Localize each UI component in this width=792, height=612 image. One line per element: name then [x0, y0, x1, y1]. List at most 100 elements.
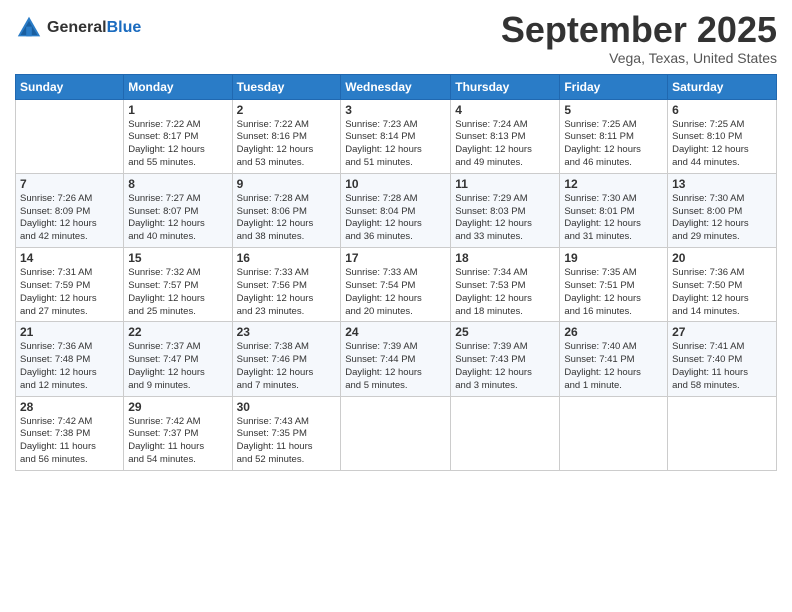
logo-icon [15, 14, 43, 42]
day-info: Sunrise: 7:35 AM Sunset: 7:51 PM Dayligh… [564, 267, 663, 318]
day-info: Sunrise: 7:36 AM Sunset: 7:48 PM Dayligh… [20, 341, 119, 392]
day-number: 27 [672, 325, 772, 339]
day-info: Sunrise: 7:41 AM Sunset: 7:40 PM Dayligh… [672, 341, 772, 392]
calendar-cell: 4 Sunrise: 7:24 AM Sunset: 8:13 PM Daylig… [451, 99, 560, 173]
day-number: 23 [237, 325, 337, 339]
calendar-cell: 21 Sunrise: 7:36 AM Sunset: 7:48 PM Dayli… [16, 322, 124, 396]
day-info: Sunrise: 7:25 AM Sunset: 8:11 PM Dayligh… [564, 119, 663, 170]
day-info: Sunrise: 7:40 AM Sunset: 7:41 PM Dayligh… [564, 341, 663, 392]
day-info: Sunrise: 7:36 AM Sunset: 7:50 PM Dayligh… [672, 267, 772, 318]
calendar-cell: 11 Sunrise: 7:29 AM Sunset: 8:03 PM Dayli… [451, 173, 560, 247]
day-info: Sunrise: 7:22 AM Sunset: 8:17 PM Dayligh… [128, 119, 227, 170]
day-info: Sunrise: 7:42 AM Sunset: 7:37 PM Dayligh… [128, 416, 227, 467]
day-number: 12 [564, 177, 663, 191]
day-number: 24 [345, 325, 446, 339]
day-info: Sunrise: 7:43 AM Sunset: 7:35 PM Dayligh… [237, 416, 337, 467]
location: Vega, Texas, United States [501, 50, 777, 66]
calendar-cell: 23Sunrise: 7:38 AM Sunset: 7:46 PM Dayli… [232, 322, 341, 396]
calendar-cell [451, 396, 560, 470]
calendar-cell: 13 Sunrise: 7:30 AM Sunset: 8:00 PM Dayli… [668, 173, 777, 247]
day-info: Sunrise: 7:27 AM Sunset: 8:07 PM Dayligh… [128, 193, 227, 244]
day-of-week-header: Saturday [668, 74, 777, 99]
calendar-cell: 22Sunrise: 7:37 AM Sunset: 7:47 PM Dayli… [124, 322, 232, 396]
calendar-cell: 8 Sunrise: 7:27 AM Sunset: 8:07 PM Daylig… [124, 173, 232, 247]
day-info: Sunrise: 7:29 AM Sunset: 8:03 PM Dayligh… [455, 193, 555, 244]
calendar-cell: 9 Sunrise: 7:28 AM Sunset: 8:06 PM Daylig… [232, 173, 341, 247]
day-number: 15 [128, 251, 227, 265]
calendar-cell: 1 Sunrise: 7:22 AM Sunset: 8:17 PM Daylig… [124, 99, 232, 173]
day-info: Sunrise: 7:31 AM Sunset: 7:59 PM Dayligh… [20, 267, 119, 318]
day-info: Sunrise: 7:39 AM Sunset: 7:44 PM Dayligh… [345, 341, 446, 392]
day-info: Sunrise: 7:28 AM Sunset: 8:04 PM Dayligh… [345, 193, 446, 244]
calendar-cell: 6 Sunrise: 7:25 AM Sunset: 8:10 PM Daylig… [668, 99, 777, 173]
day-of-week-header: Monday [124, 74, 232, 99]
calendar-cell: 25Sunrise: 7:39 AM Sunset: 7:43 PM Dayli… [451, 322, 560, 396]
day-number: 1 [128, 103, 227, 117]
calendar-cell: 3 Sunrise: 7:23 AM Sunset: 8:14 PM Daylig… [341, 99, 451, 173]
day-number: 18 [455, 251, 555, 265]
day-info: Sunrise: 7:37 AM Sunset: 7:47 PM Dayligh… [128, 341, 227, 392]
day-of-week-header: Wednesday [341, 74, 451, 99]
calendar-header-row: SundayMondayTuesdayWednesdayThursdayFrid… [16, 74, 777, 99]
day-info: Sunrise: 7:22 AM Sunset: 8:16 PM Dayligh… [237, 119, 337, 170]
day-info: Sunrise: 7:23 AM Sunset: 8:14 PM Dayligh… [345, 119, 446, 170]
header: GeneralBlue September 2025 Vega, Texas, … [15, 10, 777, 66]
calendar-cell: 2 Sunrise: 7:22 AM Sunset: 8:16 PM Daylig… [232, 99, 341, 173]
day-number: 19 [564, 251, 663, 265]
day-number: 5 [564, 103, 663, 117]
day-of-week-header: Sunday [16, 74, 124, 99]
day-number: 16 [237, 251, 337, 265]
day-number: 6 [672, 103, 772, 117]
calendar-cell: 20Sunrise: 7:36 AM Sunset: 7:50 PM Dayli… [668, 248, 777, 322]
day-number: 13 [672, 177, 772, 191]
day-number: 3 [345, 103, 446, 117]
day-info: Sunrise: 7:39 AM Sunset: 7:43 PM Dayligh… [455, 341, 555, 392]
calendar-cell: 15 Sunrise: 7:32 AM Sunset: 7:57 PM Dayli… [124, 248, 232, 322]
calendar-cell: 17Sunrise: 7:33 AM Sunset: 7:54 PM Dayli… [341, 248, 451, 322]
day-info: Sunrise: 7:30 AM Sunset: 8:01 PM Dayligh… [564, 193, 663, 244]
day-info: Sunrise: 7:42 AM Sunset: 7:38 PM Dayligh… [20, 416, 119, 467]
logo: GeneralBlue [15, 14, 141, 42]
calendar-cell: 14Sunrise: 7:31 AM Sunset: 7:59 PM Dayli… [16, 248, 124, 322]
day-number: 17 [345, 251, 446, 265]
logo-blue: Blue [107, 19, 142, 36]
day-number: 2 [237, 103, 337, 117]
day-number: 4 [455, 103, 555, 117]
month-title: September 2025 [501, 10, 777, 50]
calendar-cell [16, 99, 124, 173]
calendar-week-row: 1 Sunrise: 7:22 AM Sunset: 8:17 PM Daylig… [16, 99, 777, 173]
day-info: Sunrise: 7:25 AM Sunset: 8:10 PM Dayligh… [672, 119, 772, 170]
calendar-week-row: 14Sunrise: 7:31 AM Sunset: 7:59 PM Dayli… [16, 248, 777, 322]
day-info: Sunrise: 7:24 AM Sunset: 8:13 PM Dayligh… [455, 119, 555, 170]
calendar-week-row: 21 Sunrise: 7:36 AM Sunset: 7:48 PM Dayli… [16, 322, 777, 396]
day-info: Sunrise: 7:30 AM Sunset: 8:00 PM Dayligh… [672, 193, 772, 244]
day-info: Sunrise: 7:32 AM Sunset: 7:57 PM Dayligh… [128, 267, 227, 318]
calendar-week-row: 28Sunrise: 7:42 AM Sunset: 7:38 PM Dayli… [16, 396, 777, 470]
calendar: SundayMondayTuesdayWednesdayThursdayFrid… [15, 74, 777, 471]
calendar-cell [341, 396, 451, 470]
calendar-cell: 10Sunrise: 7:28 AM Sunset: 8:04 PM Dayli… [341, 173, 451, 247]
calendar-cell [668, 396, 777, 470]
day-info: Sunrise: 7:34 AM Sunset: 7:53 PM Dayligh… [455, 267, 555, 318]
day-of-week-header: Thursday [451, 74, 560, 99]
calendar-cell: 19 Sunrise: 7:35 AM Sunset: 7:51 PM Dayli… [560, 248, 668, 322]
page: GeneralBlue September 2025 Vega, Texas, … [0, 0, 792, 612]
calendar-cell: 28Sunrise: 7:42 AM Sunset: 7:38 PM Dayli… [16, 396, 124, 470]
day-number: 8 [128, 177, 227, 191]
calendar-cell: 16 Sunrise: 7:33 AM Sunset: 7:56 PM Dayli… [232, 248, 341, 322]
day-number: 30 [237, 400, 337, 414]
day-number: 11 [455, 177, 555, 191]
calendar-week-row: 7 Sunrise: 7:26 AM Sunset: 8:09 PM Daylig… [16, 173, 777, 247]
day-info: Sunrise: 7:33 AM Sunset: 7:56 PM Dayligh… [237, 267, 337, 318]
calendar-cell: 26 Sunrise: 7:40 AM Sunset: 7:41 PM Dayli… [560, 322, 668, 396]
calendar-cell: 5 Sunrise: 7:25 AM Sunset: 8:11 PM Daylig… [560, 99, 668, 173]
logo-text: GeneralBlue [47, 18, 141, 37]
day-info: Sunrise: 7:26 AM Sunset: 8:09 PM Dayligh… [20, 193, 119, 244]
day-info: Sunrise: 7:28 AM Sunset: 8:06 PM Dayligh… [237, 193, 337, 244]
day-number: 26 [564, 325, 663, 339]
day-number: 21 [20, 325, 119, 339]
title-block: September 2025 Vega, Texas, United State… [501, 10, 777, 66]
day-number: 9 [237, 177, 337, 191]
day-number: 7 [20, 177, 119, 191]
day-of-week-header: Friday [560, 74, 668, 99]
